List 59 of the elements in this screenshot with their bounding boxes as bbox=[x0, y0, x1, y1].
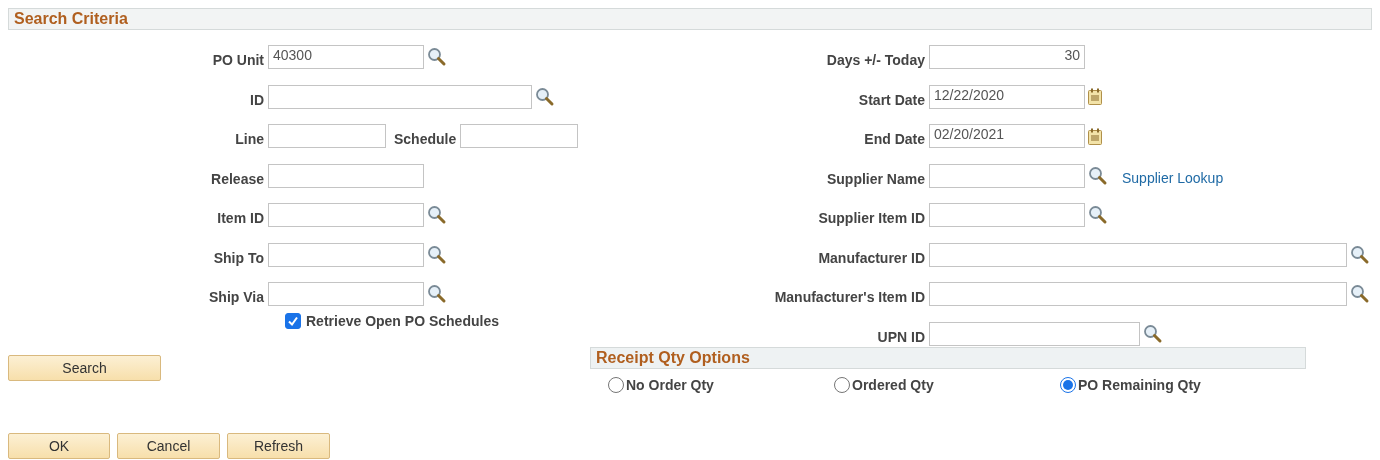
search-icon[interactable] bbox=[427, 284, 447, 304]
input-field[interactable]: 30 bbox=[929, 45, 1085, 69]
search-icon[interactable] bbox=[1143, 323, 1163, 344]
action-button[interactable]: Cancel bbox=[117, 433, 220, 459]
input-field[interactable] bbox=[460, 124, 579, 148]
radio-label: PO Remaining Qty bbox=[1078, 377, 1201, 393]
checkbox[interactable] bbox=[285, 312, 301, 329]
search-icon[interactable] bbox=[427, 205, 447, 225]
input-field[interactable] bbox=[929, 203, 1085, 227]
field-label: Line bbox=[234, 130, 264, 147]
supplier-lookup-link[interactable]: Supplier Lookup bbox=[1122, 165, 1224, 186]
search-icon[interactable] bbox=[1350, 244, 1370, 265]
field-label: Release bbox=[210, 169, 264, 187]
search-icon[interactable] bbox=[1350, 284, 1370, 304]
input-field[interactable] bbox=[268, 124, 386, 148]
calendar-icon[interactable] bbox=[1088, 127, 1102, 145]
input-field[interactable]: 02/20/2021 bbox=[929, 124, 1085, 148]
search-icon[interactable] bbox=[1088, 165, 1108, 186]
action-button[interactable]: OK bbox=[8, 433, 110, 459]
input-field[interactable] bbox=[268, 84, 532, 109]
input-field[interactable] bbox=[268, 282, 424, 306]
input-field[interactable] bbox=[268, 203, 424, 227]
field-label: Manufacturer ID bbox=[817, 248, 925, 266]
input-field[interactable] bbox=[929, 282, 1347, 306]
field-label: PO Unit bbox=[211, 51, 264, 68]
search-icon[interactable] bbox=[1088, 205, 1108, 225]
field-label: Schedule bbox=[394, 130, 457, 147]
input-field[interactable] bbox=[268, 242, 424, 267]
input-field[interactable]: 40300 bbox=[268, 45, 424, 69]
checkbox-label: Retrieve Open PO Schedules bbox=[306, 312, 499, 329]
field-label: Ship Via bbox=[208, 288, 264, 305]
field-label: End Date bbox=[863, 130, 925, 147]
section-header: Receipt Qty Options bbox=[590, 347, 1306, 369]
input-field[interactable]: 12/22/2020 bbox=[929, 84, 1085, 109]
field-label: UPN ID bbox=[876, 327, 925, 345]
action-button[interactable]: Refresh bbox=[227, 433, 330, 459]
search-icon[interactable] bbox=[427, 47, 447, 67]
input-field[interactable] bbox=[929, 321, 1140, 346]
field-label: Supplier Name bbox=[825, 169, 925, 187]
radio-button[interactable] bbox=[608, 377, 624, 393]
input-field[interactable] bbox=[929, 242, 1347, 267]
input-field[interactable] bbox=[929, 163, 1085, 188]
field-label: Start Date bbox=[857, 90, 925, 108]
field-label: Supplier Item ID bbox=[817, 209, 925, 226]
section-header: Search Criteria bbox=[8, 8, 1372, 30]
field-label: ID bbox=[249, 90, 264, 108]
field-label: Item ID bbox=[216, 209, 264, 226]
field-label: Days +/- Today bbox=[825, 51, 925, 68]
radio-button[interactable] bbox=[1060, 377, 1076, 393]
search-icon[interactable] bbox=[535, 86, 555, 107]
radio-label: No Order Qty bbox=[626, 377, 714, 393]
calendar-icon[interactable] bbox=[1088, 88, 1102, 105]
input-field[interactable] bbox=[268, 163, 424, 188]
search-icon[interactable] bbox=[427, 244, 447, 265]
field-label: Manufacturer's Item ID bbox=[773, 288, 925, 305]
search-button[interactable]: Search bbox=[8, 354, 161, 381]
radio-button[interactable] bbox=[834, 377, 850, 393]
radio-label: Ordered Qty bbox=[852, 377, 934, 393]
field-label: Ship To bbox=[212, 248, 264, 266]
